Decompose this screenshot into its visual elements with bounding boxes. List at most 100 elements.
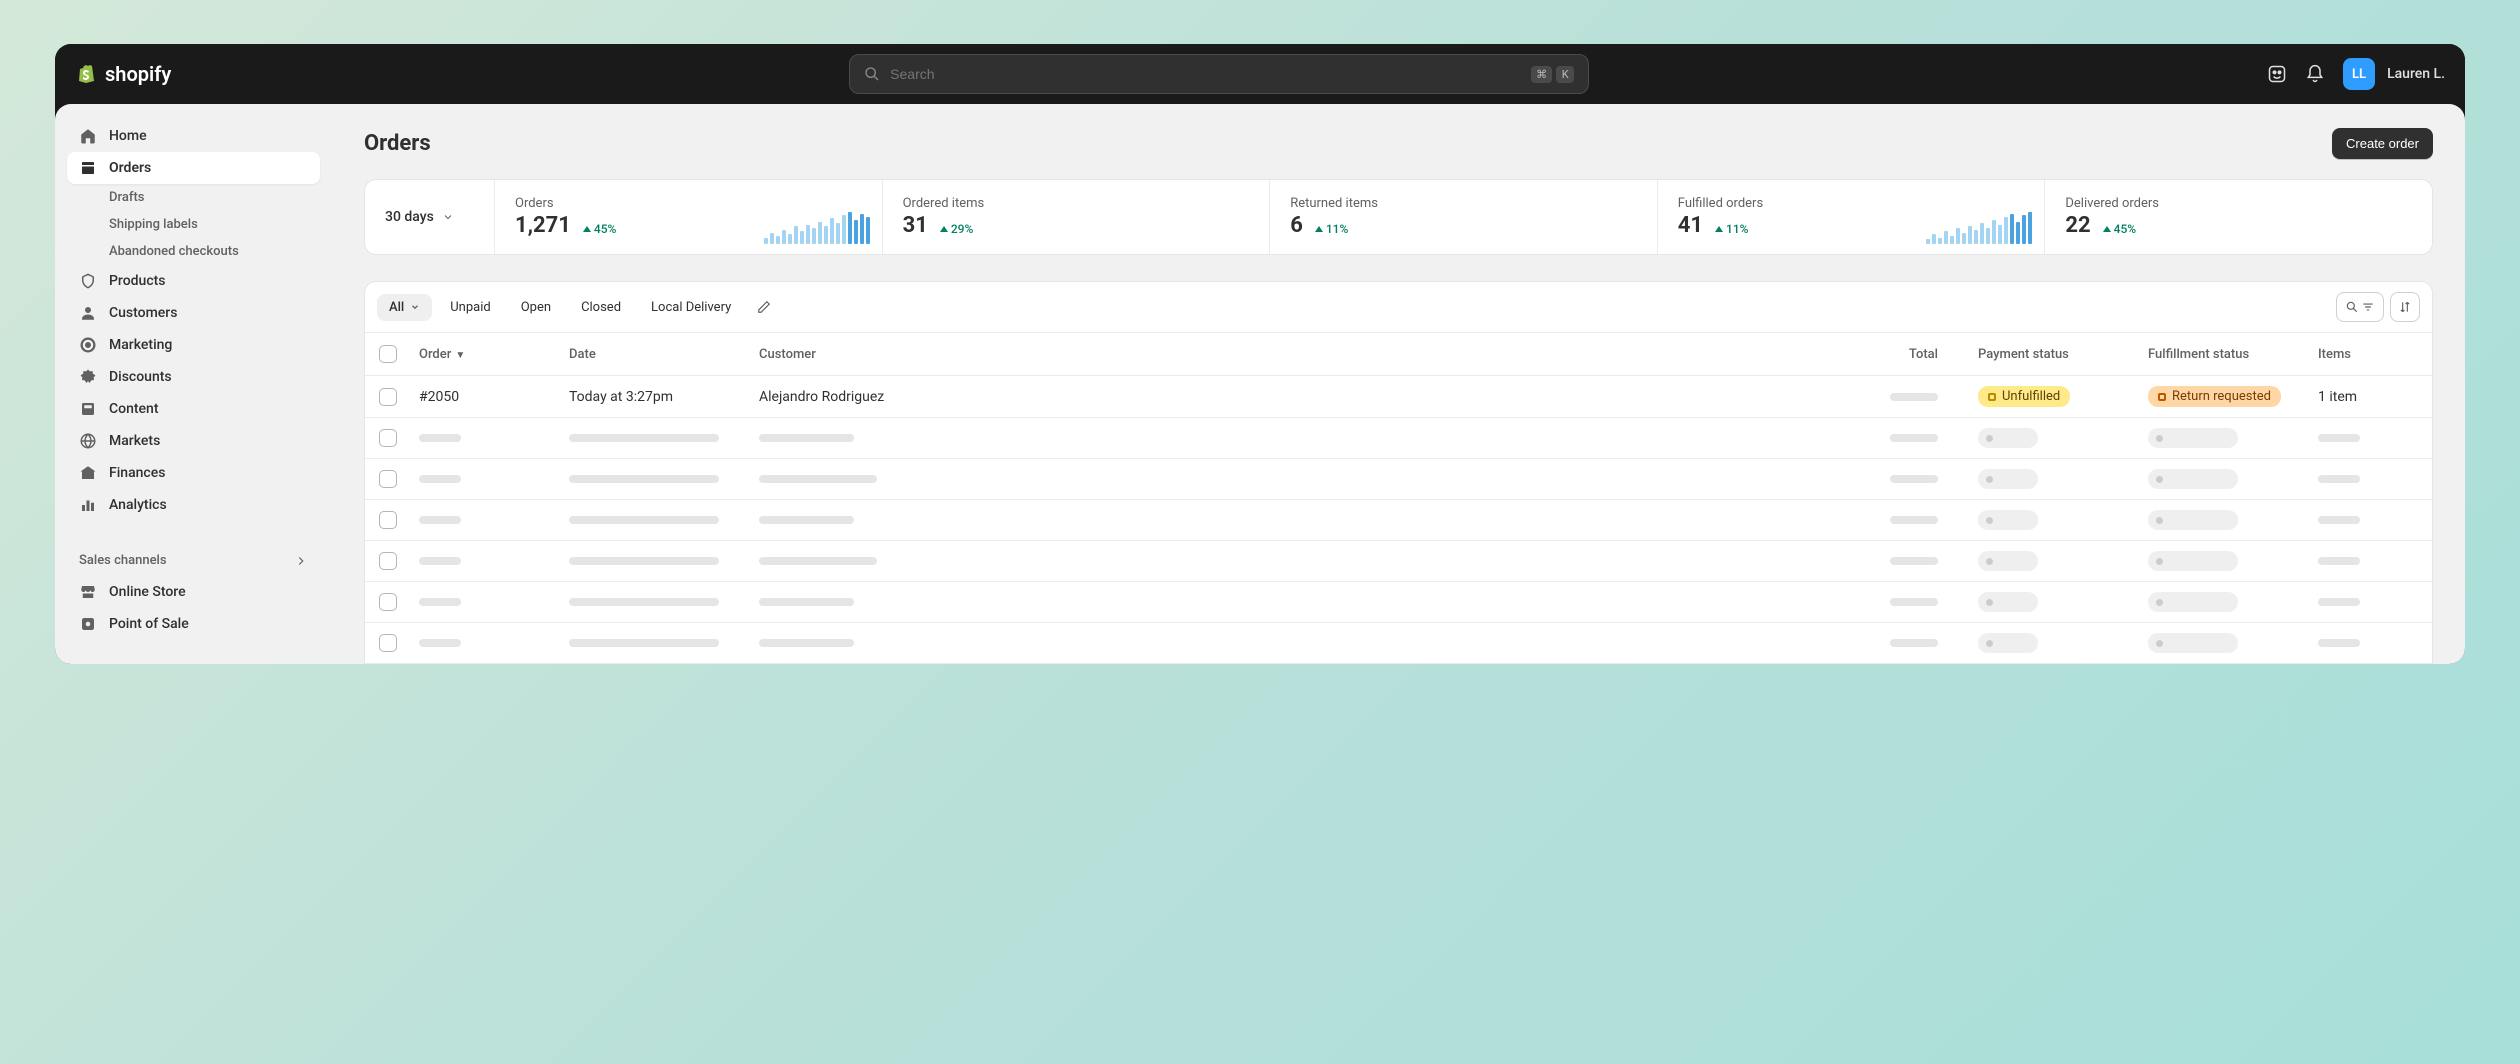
stat-returned-items[interactable]: Returned items 6 11% [1270, 180, 1658, 254]
stat-label: Ordered items [903, 196, 1250, 211]
marketing-icon [79, 336, 97, 354]
row-checkbox[interactable] [379, 470, 397, 488]
topbar: shopify ⌘ K LL Lauren L. [55, 44, 2465, 104]
trend-up-icon [583, 226, 591, 232]
sidebar-channel-pos[interactable]: Point of Sale [67, 608, 320, 640]
trend-up-icon [2103, 226, 2111, 232]
discounts-icon [79, 368, 97, 386]
col-items[interactable]: Items [2318, 347, 2418, 362]
row-checkbox[interactable] [379, 593, 397, 611]
finances-icon [79, 464, 97, 482]
bell-icon[interactable] [2305, 64, 2325, 84]
home-icon [79, 127, 97, 145]
date-range-selector[interactable]: 30 days [365, 180, 495, 254]
sales-channels-label: Sales channels [79, 553, 167, 568]
sidebar-item-label: Customers [109, 305, 177, 321]
topbar-right: LL Lauren L. [2267, 58, 2445, 90]
table-tabs: All Unpaid Open Closed Local Delivery [365, 282, 2432, 333]
sidebar-item-marketing[interactable]: Marketing [67, 329, 320, 361]
sidebar-item-analytics[interactable]: Analytics [67, 489, 320, 521]
sort-icon [2398, 300, 2412, 314]
table-row-skeleton [365, 459, 2432, 500]
stat-value: 6 [1290, 213, 1303, 238]
col-customer[interactable]: Customer [759, 347, 1858, 362]
sidebar-item-products[interactable]: Products [67, 265, 320, 297]
stat-label: Returned items [1290, 196, 1637, 211]
analytics-icon [79, 496, 97, 514]
sidebar-sub-abandoned[interactable]: Abandoned checkouts [67, 238, 320, 265]
tab-unpaid[interactable]: Unpaid [438, 294, 502, 321]
sidebar-sub-shipping-labels[interactable]: Shipping labels [67, 211, 320, 238]
stat-orders[interactable]: Orders 1,271 45% [495, 180, 883, 254]
stat-delivered-orders[interactable]: Delivered orders 22 45% [2045, 180, 2432, 254]
tab-open[interactable]: Open [509, 294, 563, 321]
table-header: Order▼ Date Customer Total Payment statu… [365, 333, 2432, 376]
cell-items: 1 item [2318, 389, 2418, 405]
apps-icon[interactable] [2267, 64, 2287, 84]
create-order-button[interactable]: Create order [2332, 128, 2433, 159]
row-checkbox[interactable] [379, 388, 397, 406]
col-total[interactable]: Total [1858, 347, 1978, 362]
row-checkbox[interactable] [379, 634, 397, 652]
cell-date: Today at 3:27pm [569, 389, 759, 405]
tab-closed[interactable]: Closed [569, 294, 633, 321]
chevron-down-icon [410, 302, 420, 312]
sidebar-item-label: Home [109, 128, 147, 144]
stat-trend: 11% [1715, 222, 1748, 236]
sidebar-item-home[interactable]: Home [67, 120, 320, 152]
row-checkbox[interactable] [379, 552, 397, 570]
search-shortcut: ⌘ K [1531, 66, 1574, 83]
brand-logo[interactable]: shopify [75, 62, 171, 86]
col-payment[interactable]: Payment status [1978, 347, 2148, 362]
sidebar-section-sales-channels[interactable]: Sales channels [67, 545, 320, 576]
sidebar-item-customers[interactable]: Customers [67, 297, 320, 329]
table-row[interactable]: #2050 Today at 3:27pm Alejandro Rodrigue… [365, 376, 2432, 418]
payment-badge: Unfulfilled [1978, 386, 2070, 407]
row-checkbox[interactable] [379, 429, 397, 447]
user-name: Lauren L. [2387, 66, 2445, 82]
stat-trend: 11% [1315, 222, 1348, 236]
main-content: Orders Create order 30 days Orders 1,271… [332, 104, 2465, 664]
stat-value: 22 [2065, 213, 2090, 238]
tab-local-delivery[interactable]: Local Delivery [639, 294, 743, 321]
row-checkbox[interactable] [379, 511, 397, 529]
stat-trend: 29% [940, 222, 973, 236]
search-icon [864, 66, 880, 82]
kbd-k: K [1556, 66, 1574, 83]
search-input[interactable] [890, 66, 1521, 82]
edit-views-button[interactable] [749, 292, 779, 322]
col-fulfillment[interactable]: Fulfillment status [2148, 347, 2318, 362]
sidebar-item-orders[interactable]: Orders [67, 152, 320, 184]
col-order[interactable]: Order▼ [419, 347, 569, 362]
orders-icon [79, 159, 97, 177]
fulfillment-badge: Return requested [2148, 386, 2281, 407]
sidebar-item-finances[interactable]: Finances [67, 457, 320, 489]
stat-ordered-items[interactable]: Ordered items 31 29% [883, 180, 1271, 254]
search-filter-button[interactable] [2336, 292, 2384, 322]
table-row-skeleton [365, 541, 2432, 582]
search-wrap: ⌘ K [191, 54, 2247, 94]
sort-button[interactable] [2390, 292, 2420, 322]
tab-all[interactable]: All [377, 294, 432, 321]
cell-order: #2050 [419, 389, 569, 405]
stat-value: 31 [903, 213, 928, 238]
range-label: 30 days [385, 209, 434, 225]
sidebar-channel-online-store[interactable]: Online Store [67, 576, 320, 608]
stat-trend: 45% [583, 222, 616, 236]
sort-desc-icon: ▼ [455, 350, 465, 361]
sidebar-item-content[interactable]: Content [67, 393, 320, 425]
sidebar-sub-drafts[interactable]: Drafts [67, 184, 320, 211]
search-box[interactable]: ⌘ K [849, 54, 1589, 94]
col-date[interactable]: Date [569, 347, 759, 362]
sidebar-item-discounts[interactable]: Discounts [67, 361, 320, 393]
sidebar-item-markets[interactable]: Markets [67, 425, 320, 457]
sidebar-item-label: Point of Sale [109, 616, 189, 632]
cell-customer: Alejandro Rodriguez [759, 389, 1858, 405]
select-all-checkbox[interactable] [379, 345, 397, 363]
table-row-skeleton [365, 418, 2432, 459]
stat-trend: 45% [2103, 222, 2136, 236]
user-menu[interactable]: LL Lauren L. [2343, 58, 2445, 90]
stat-fulfilled-orders[interactable]: Fulfilled orders 41 11% [1658, 180, 2046, 254]
kbd-cmd: ⌘ [1531, 66, 1552, 83]
cell-payment: Unfulfilled [1978, 386, 2148, 407]
